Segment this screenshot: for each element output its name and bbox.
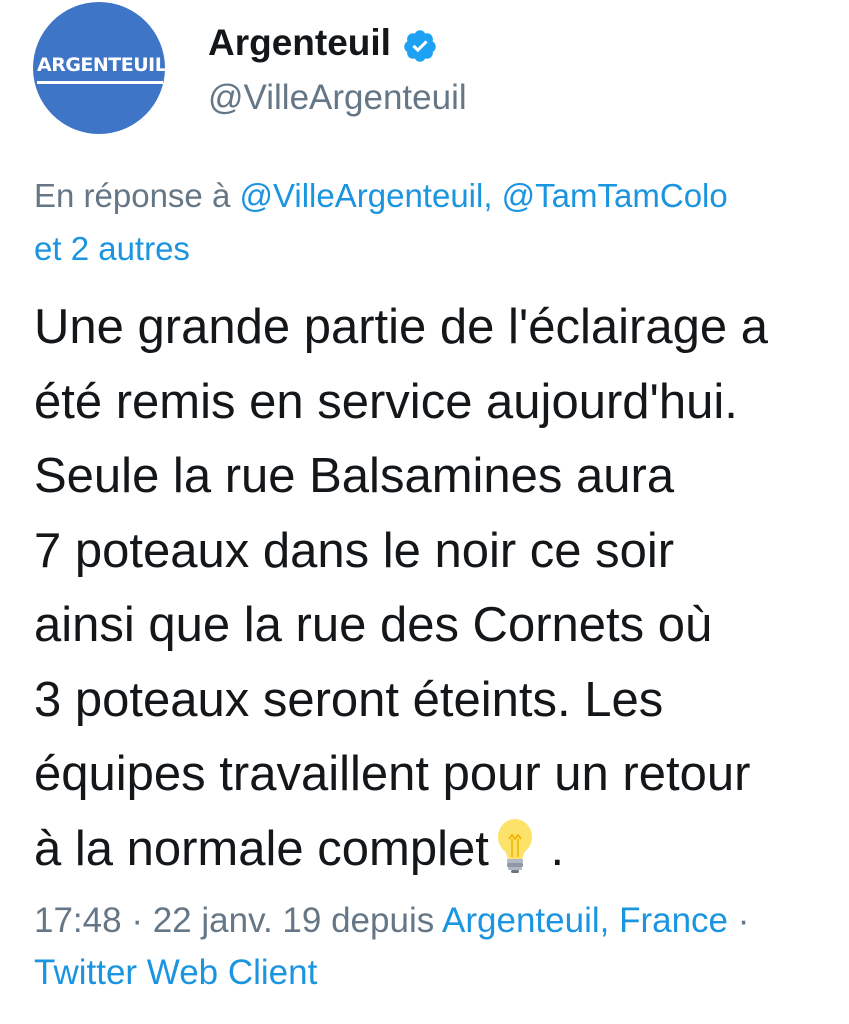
meta-via: depuis: [321, 901, 443, 940]
location-link[interactable]: Argenteuil, France: [442, 901, 728, 940]
client-link[interactable]: Twitter Web Client: [34, 952, 317, 994]
reply-prefix: En réponse à: [34, 177, 240, 214]
tweet-line-text: à la normale complet: [34, 821, 489, 876]
tweet-line: Seule la rue Balsamines aura: [34, 449, 675, 503]
avatar-logo-text: ARGENTEUIL: [37, 54, 165, 76]
tweet-text: Une grande partie de l'éclairage a été r…: [34, 290, 849, 886]
tweet-date[interactable]: 22 janv. 19: [153, 901, 322, 940]
tweet-line: ainsi que la rue des Cornets où: [34, 598, 713, 652]
tweet-line: 3 poteaux seront éteints. Les: [34, 672, 664, 727]
tweet-meta: 17:48 · 22 janv. 19 depuis Argenteuil, F…: [34, 900, 849, 942]
reply-context: En réponse à @VilleArgenteuil, @TamTamCo…: [34, 176, 849, 216]
user-handle[interactable]: @VilleArgenteuil: [208, 78, 467, 118]
meta-separator: ·: [728, 901, 750, 940]
reply-mentions-link[interactable]: @VilleArgenteuil, @TamTamColo: [239, 177, 727, 214]
avatar[interactable]: ARGENTEUIL: [33, 2, 165, 134]
tweet-line: Une grande partie de l'éclairage a: [34, 300, 768, 354]
tweet-end-punct: .: [550, 821, 565, 876]
tweet-line: été remis en service aujourd'hui.: [34, 374, 738, 429]
tweet-line: équipes travaillent pour un retour: [34, 747, 751, 801]
tweet-line-last: à la normale complet .: [34, 812, 849, 887]
tweet-line: 7 poteaux dans le noir ce soir: [34, 523, 675, 578]
avatar-logo-underline: [37, 81, 163, 84]
tweet-time[interactable]: 17:48: [34, 901, 122, 940]
display-name[interactable]: Argenteuil: [208, 22, 391, 64]
light-bulb-icon: [497, 818, 532, 873]
meta-separator: ·: [121, 901, 153, 940]
reply-others-link[interactable]: et 2 autres: [34, 229, 190, 269]
verified-badge-icon: [404, 30, 436, 62]
